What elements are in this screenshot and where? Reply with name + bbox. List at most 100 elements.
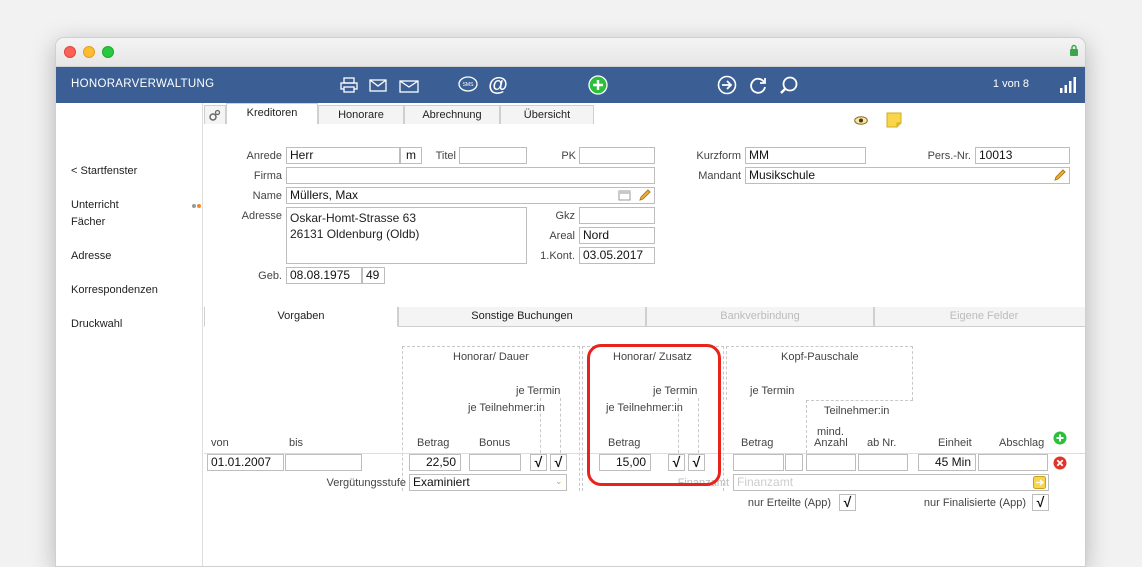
indicator-dot-orange: [197, 204, 201, 208]
adresse-label: Adresse: [241, 210, 282, 222]
geb-field[interactable]: 08.08.1975: [286, 267, 362, 284]
tab-kreditoren[interactable]: Kreditoren: [226, 103, 318, 124]
email-at-icon[interactable]: @: [488, 74, 508, 96]
tab-uebersicht[interactable]: Übersicht: [500, 105, 594, 124]
geb-label: Geb.: [258, 270, 282, 282]
record-counter: 1 von 8: [992, 78, 1029, 90]
firma-field[interactable]: [286, 167, 655, 184]
sidebar-item-unterricht[interactable]: Unterricht: [71, 197, 119, 214]
toolbar: HONORARVERWALTUNG SMS @ 1 von 8: [56, 67, 1085, 103]
nur-finalisierte-label: nur Finalisierte (App): [923, 497, 1026, 509]
titel-field[interactable]: [459, 147, 527, 164]
betrag-kopf-field[interactable]: [733, 454, 784, 471]
col-bis: bis: [289, 437, 304, 449]
betrag-dauer-field[interactable]: 22,50: [409, 454, 461, 471]
dauer-je-termin-checkbox[interactable]: √: [550, 454, 567, 471]
settings-tab-icon[interactable]: [204, 105, 226, 124]
nur-finalisierte-checkbox[interactable]: √: [1032, 494, 1049, 511]
highlight-annotation: [587, 344, 721, 486]
col-von: von: [211, 437, 229, 449]
app-window: HONORARVERWALTUNG SMS @ 1 von 8 < Startf…: [55, 37, 1086, 567]
je-termin-label-3: je Termin: [750, 385, 795, 397]
col-abnr: ab Nr.: [867, 437, 897, 449]
tab-abrechnung[interactable]: Abrechnung: [404, 105, 500, 124]
dauer-je-teilnehmer-checkbox[interactable]: √: [530, 454, 547, 471]
add-record-icon[interactable]: [588, 75, 608, 95]
sidebar-item-faecher[interactable]: Fächer: [71, 214, 105, 231]
refresh-icon[interactable]: [748, 75, 768, 95]
bis-field[interactable]: [285, 454, 362, 471]
anrede-label: Anrede: [246, 150, 282, 162]
gkz-field[interactable]: [579, 207, 655, 224]
mandant-field[interactable]: Musikschule: [745, 167, 1070, 184]
sub-tabs: Vorgaben Sonstige Buchungen Bankverbindu…: [204, 307, 1085, 327]
col-bonus: Bonus: [479, 437, 511, 449]
tab-vorgaben[interactable]: Vorgaben: [204, 307, 398, 327]
pk-label: PK: [561, 150, 576, 162]
adresse-field[interactable]: Oskar-Homt-Strasse 63 26131 Oldenburg (O…: [286, 207, 527, 264]
edit-pencil-icon[interactable]: [638, 188, 652, 205]
mind-anzahl-field[interactable]: [806, 454, 856, 471]
sidebar-item-adresse[interactable]: Adresse: [71, 248, 111, 265]
verguetungsstufe-select[interactable]: Examiniert: [409, 474, 567, 491]
letter-icon[interactable]: [399, 75, 419, 95]
nur-erteilte-label: nur Erteilte (App): [747, 497, 831, 509]
col-betrag-3: Betrag: [741, 437, 774, 449]
calendar-icon[interactable]: [618, 189, 631, 204]
col-abschlag: Abschlag: [999, 437, 1045, 449]
name-field[interactable]: Müllers, Max: [286, 187, 655, 204]
sidebar-item-korrespondenzen[interactable]: Korrespondenzen: [71, 282, 158, 299]
gender-field[interactable]: m: [400, 147, 422, 164]
areal-field[interactable]: Nord: [579, 227, 655, 244]
group-kopf-title: Kopf-Pauschale: [781, 351, 859, 363]
je-teilnehmer-label: je Teilnehmer:in: [468, 402, 545, 414]
age-field: 49: [362, 267, 385, 284]
sidebar-item-druckwahl[interactable]: Druckwahl: [71, 316, 122, 333]
tab-eigene-felder[interactable]: Eigene Felder: [874, 307, 1085, 327]
close-window-button[interactable]: [64, 46, 76, 58]
persnr-field[interactable]: 10013: [975, 147, 1070, 164]
sticky-note-icon[interactable]: [886, 112, 902, 131]
chevron-down-icon: ⌄: [555, 476, 563, 486]
eye-icon[interactable]: [854, 114, 868, 128]
zoom-window-button[interactable]: [102, 46, 114, 58]
minimize-window-button[interactable]: [83, 46, 95, 58]
kurzform-field[interactable]: MM: [745, 147, 866, 164]
delete-row-icon[interactable]: [1053, 456, 1067, 473]
abschlag-field[interactable]: [978, 454, 1048, 471]
ab-nr-field[interactable]: [858, 454, 908, 471]
mandant-edit-icon[interactable]: [1053, 168, 1067, 185]
app-title: HONORARVERWALTUNG: [71, 78, 215, 90]
kopf-je-termin-checkbox[interactable]: [785, 454, 803, 471]
divider: [560, 398, 561, 453]
tab-honorare[interactable]: Honorare: [318, 105, 404, 124]
anrede-field[interactable]: Herr: [286, 147, 400, 164]
pk-field[interactable]: [579, 147, 655, 164]
sms-icon[interactable]: SMS: [458, 75, 478, 95]
kurzform-label: Kurzform: [696, 150, 741, 162]
stats-icon[interactable]: [1058, 75, 1078, 95]
name-label: Name: [252, 190, 282, 202]
search-icon[interactable]: [779, 75, 799, 95]
kont-field[interactable]: 03.05.2017: [579, 247, 655, 264]
einheit-field[interactable]: 45 Min: [918, 454, 976, 471]
mail-icon[interactable]: [368, 75, 388, 95]
lock-icon: [1070, 44, 1078, 56]
tab-sonstige-buchungen[interactable]: Sonstige Buchungen: [398, 307, 646, 327]
finanzamt-picker-icon[interactable]: [1033, 476, 1046, 492]
forward-icon[interactable]: [717, 75, 737, 95]
titel-label: Titel: [435, 150, 456, 162]
sidebar-item-startfenster[interactable]: < Startfenster: [71, 163, 137, 180]
von-field[interactable]: 01.01.2007: [207, 454, 284, 471]
svg-text:SMS: SMS: [463, 82, 475, 88]
gkz-label: Gkz: [555, 210, 575, 222]
add-row-icon[interactable]: [1053, 431, 1067, 448]
finanzamt-field[interactable]: Finanzamt: [733, 474, 1049, 491]
col-einheit: Einheit: [938, 437, 972, 449]
print-icon[interactable]: [339, 75, 359, 95]
nur-erteilte-checkbox[interactable]: √: [839, 494, 856, 511]
tab-bankverbindung[interactable]: Bankverbindung: [646, 307, 874, 327]
teilnehmer-label: Teilnehmer:in: [824, 405, 890, 417]
bonus-field[interactable]: [469, 454, 521, 471]
divider: [806, 400, 913, 401]
